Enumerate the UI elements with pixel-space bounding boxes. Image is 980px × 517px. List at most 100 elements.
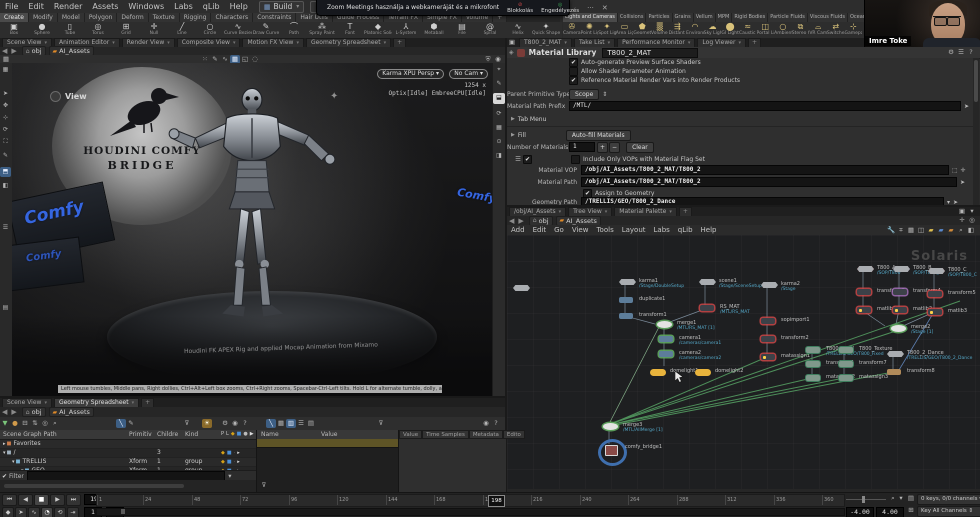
block-button[interactable]: ⊘ Blokkolás [507, 2, 533, 14]
table-icon[interactable]: ▦ [276, 419, 286, 428]
select-arrow-icon[interactable]: ▸ [237, 449, 240, 457]
shelf-tab[interactable]: Rigging [179, 13, 212, 22]
panel-icon[interactable]: ▤ [306, 419, 316, 428]
pin-icon[interactable]: ✛ [957, 216, 967, 225]
load-flag-icon[interactable]: ■ [227, 458, 232, 466]
search-icon[interactable]: ⌕ [50, 419, 60, 428]
node-shape[interactable] [806, 375, 820, 381]
path-node[interactable]: ▰ AI_Assets [48, 407, 94, 417]
lock-icon[interactable]: ⬓ [493, 93, 505, 104]
cursor-icon[interactable]: ➤ [15, 507, 27, 517]
chevron-down-icon[interactable]: ▾ [967, 207, 977, 216]
stage-icon[interactable]: ▼ [0, 419, 10, 428]
diagonal-icon[interactable]: ╲ [266, 419, 276, 428]
zoom-slider-handle[interactable] [862, 496, 865, 503]
node-shape[interactable] [839, 361, 853, 367]
crosshair-icon[interactable]: ⌖ [493, 65, 505, 76]
menu-item[interactable]: File [0, 2, 23, 11]
shelf-tab[interactable]: Characters [211, 13, 254, 22]
material-vop-field[interactable]: /obj/AI_Assets/T800_2_MAT/T800_2 [581, 165, 949, 175]
shelf-tool[interactable]: ⇄ Switcher [827, 22, 845, 38]
more-options-button[interactable]: ··· [587, 4, 594, 12]
menu-item[interactable]: Add [507, 226, 529, 234]
include-only-checkbox[interactable] [571, 154, 580, 164]
blue-badge-icon[interactable]: ▰ [936, 226, 946, 235]
select-mode-icon[interactable]: ╲ [116, 419, 126, 428]
node-shape[interactable] [605, 445, 618, 456]
node-shape[interactable] [761, 282, 778, 288]
shelf-tool[interactable]: ▯ Tube [56, 22, 84, 38]
shelf-tool[interactable]: ◠ Environment Light [686, 22, 704, 38]
target-icon[interactable]: ◎ [967, 216, 977, 225]
shelf-tab[interactable]: Grains [672, 13, 694, 22]
pane-tab[interactable]: T800_2_MAT ▾ [519, 38, 572, 47]
pane-tab[interactable]: Material Palette ▾ [614, 207, 677, 216]
add-pane-tab-button[interactable]: + [678, 207, 692, 216]
menu-icon[interactable]: ⇕ [602, 91, 607, 98]
pane-tab[interactable]: Tree View ▾ [568, 207, 613, 216]
material-enable-checkbox[interactable]: ✔ [523, 154, 532, 164]
node-shape[interactable] [603, 423, 618, 430]
shelf-tool[interactable]: ▒ Volume Light [651, 22, 669, 38]
node-shape[interactable] [857, 307, 871, 313]
crosshair-icon[interactable]: ✛ [961, 167, 966, 174]
move-icon[interactable]: ⊹ [0, 113, 11, 123]
play-button[interactable]: ▶ [50, 494, 65, 506]
network-graph[interactable]: Solaris karma1 /Stage/DoubleSetup duplic… [507, 235, 980, 489]
renderer-select[interactable]: Karma XPU Persp ▾ [377, 69, 444, 79]
node-shape[interactable] [839, 375, 853, 381]
load-flag-icon[interactable]: ■ [227, 449, 232, 457]
shelf-tool[interactable]: ▭ Area Light [616, 22, 634, 38]
channels-icon[interactable]: ▤ [906, 494, 916, 503]
menu-item[interactable]: Help [225, 2, 253, 11]
autofill-materials-button[interactable]: Auto-fill Materials [565, 129, 631, 141]
grid-toggle-icon[interactable]: ▦ [493, 123, 505, 134]
back-icon[interactable]: ◀ [2, 408, 7, 416]
node-shape[interactable] [857, 289, 871, 295]
material-path-prefix-field[interactable]: /MTL/ [569, 101, 961, 111]
shelf-tool[interactable]: ✎ Draw Curve [252, 22, 280, 38]
checkbox[interactable]: ✔ [569, 76, 578, 85]
select-arrow-icon[interactable]: ➤ [0, 89, 11, 99]
loop-icon[interactable]: ⟲ [54, 507, 66, 517]
lock-icon[interactable]: ⬒ [0, 167, 11, 177]
pane-tab[interactable]: Geometry Spreadsheet ▾ [53, 398, 140, 407]
half-shade-icon[interactable]: ◨ [493, 151, 505, 162]
shelf-tool[interactable]: ⬤ GI Light [721, 22, 739, 38]
increment-button[interactable]: + [597, 141, 609, 153]
collapse-icon[interactable]: ⊟ [20, 419, 30, 428]
grid-icon[interactable]: ▦ [906, 226, 916, 235]
panel-icon[interactable]: ▤ [0, 303, 11, 313]
path-root[interactable]: ⌂ obj [21, 407, 46, 417]
help-icon[interactable]: ? [491, 419, 501, 428]
node-shape[interactable] [650, 369, 666, 376]
shelf-tool[interactable]: ∿ Helix [504, 22, 532, 38]
add-pane-tab-button[interactable]: + [393, 38, 407, 47]
allow-button[interactable]: ◎ Engedélyezés [541, 2, 579, 14]
filter-funnel-icon[interactable]: ⊽ [259, 481, 269, 490]
shelf-tool[interactable]: ╱ Line [168, 22, 196, 38]
gear-icon[interactable]: ⚙ [220, 419, 230, 428]
shelf-tab[interactable]: Rigid Bodies [732, 13, 769, 22]
node-shape[interactable] [659, 351, 673, 357]
shelf-tool[interactable]: ☁ Sky Light [704, 22, 722, 38]
add-pane-tab-button[interactable]: + [747, 38, 761, 47]
shelf-tab[interactable]: Vellum [693, 13, 716, 22]
pane-menu-icon[interactable]: ▣ [507, 38, 517, 47]
menu-item[interactable]: View [568, 226, 593, 234]
menu-item[interactable]: Windows [123, 2, 169, 11]
menu-item[interactable]: Render [49, 2, 87, 11]
node-shape[interactable] [657, 321, 672, 328]
jump-start-button[interactable]: ⏮ [2, 494, 17, 506]
selected-attribute-row[interactable] [257, 439, 399, 448]
node-shape[interactable] [928, 309, 942, 315]
node-shape[interactable] [659, 336, 673, 342]
menu-item[interactable]: qLib [674, 226, 697, 234]
search-icon[interactable]: ⌕ [956, 226, 966, 235]
shelf-tab[interactable]: Model [57, 13, 85, 22]
timeline-zoom-slider[interactable] [846, 495, 886, 503]
select-arrow-icon[interactable]: ➤ [964, 103, 969, 110]
column-header[interactable]: Scene Graph Path [0, 430, 129, 439]
menu-item[interactable]: Layout [618, 226, 650, 234]
path-node[interactable]: ▰ AI_Assets [555, 215, 601, 226]
